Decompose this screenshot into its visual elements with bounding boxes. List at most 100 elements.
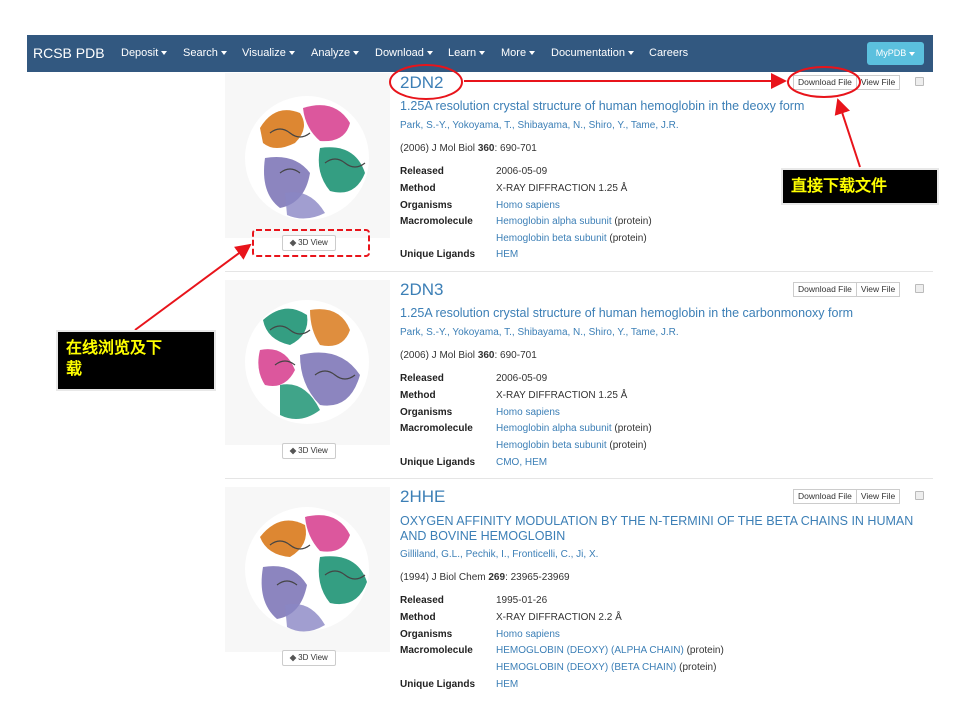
structure-thumbnail[interactable] bbox=[225, 73, 390, 238]
macromolecule-link[interactable]: HEMOGLOBIN (DEOXY) (BETA CHAIN) bbox=[496, 662, 676, 673]
entry-authors[interactable]: Park, S.-Y., Yokoyama, T., Shibayama, N.… bbox=[400, 327, 679, 338]
macromolecule-label: Macromolecule bbox=[400, 216, 473, 227]
view-file-button[interactable]: View File bbox=[856, 75, 901, 90]
ligands-value: HEM bbox=[496, 249, 518, 260]
nav-analyze-label: Analyze bbox=[311, 47, 351, 59]
ligand-link[interactable]: HEM bbox=[496, 249, 518, 260]
chevron-down-icon bbox=[161, 51, 168, 56]
brand-logo[interactable]: RCSB PDB bbox=[33, 45, 105, 61]
ligands-value: HEM bbox=[496, 679, 518, 690]
macromolecule-link[interactable]: Hemoglobin alpha subunit bbox=[496, 216, 612, 227]
nav-deposit[interactable]: Deposit bbox=[121, 47, 168, 59]
nav-visualize[interactable]: Visualize bbox=[242, 47, 295, 59]
3d-view-button[interactable]: 3D View bbox=[282, 650, 336, 666]
structure-thumbnail[interactable] bbox=[225, 280, 390, 445]
nav-documentation-label: Documentation bbox=[551, 47, 625, 59]
cube-icon bbox=[289, 239, 297, 247]
ligand-link[interactable]: HEM bbox=[496, 679, 518, 690]
view-file-button[interactable]: View File bbox=[856, 489, 901, 504]
protein-structure-image bbox=[245, 300, 369, 424]
select-checkbox[interactable] bbox=[915, 284, 924, 293]
structure-thumbnail[interactable] bbox=[225, 487, 390, 652]
nav-learn-label: Learn bbox=[448, 47, 477, 59]
macromolecule-type: (protein) bbox=[606, 233, 647, 244]
nav-documentation[interactable]: Documentation bbox=[551, 47, 634, 59]
3d-view-label: 3D View bbox=[298, 446, 328, 455]
browse-callout-line2: 载 bbox=[66, 359, 83, 378]
mypdb-button[interactable]: MyPDB bbox=[867, 42, 924, 65]
pdb-id[interactable]: 2DN2 bbox=[400, 73, 443, 93]
method-label: Method bbox=[400, 183, 436, 194]
cube-icon bbox=[289, 654, 297, 662]
released-label: Released bbox=[400, 373, 444, 384]
pdb-id[interactable]: 2DN3 bbox=[400, 280, 443, 300]
organism-link[interactable]: Homo sapiens bbox=[496, 200, 560, 211]
select-checkbox[interactable] bbox=[915, 77, 924, 86]
macromolecule-item: Hemoglobin beta subunit (protein) bbox=[496, 233, 647, 244]
chevron-down-icon bbox=[909, 51, 916, 56]
method-value: X-RAY DIFFRACTION 2.2 Å bbox=[496, 612, 622, 623]
macromolecule-item: Hemoglobin alpha subunit (protein) bbox=[496, 216, 652, 227]
method-value: X-RAY DIFFRACTION 1.25 Å bbox=[496, 183, 628, 194]
browse-callout-line1: 在线浏览及下 bbox=[66, 338, 163, 357]
3d-view-button[interactable]: 3D View bbox=[282, 443, 336, 459]
download-callout: 直接下载文件 bbox=[781, 168, 939, 205]
file-button-group: Download File View File bbox=[793, 75, 901, 90]
citation-journal: (2006) J Mol Biol bbox=[400, 143, 478, 154]
macromolecule-type: (protein) bbox=[606, 440, 647, 451]
organism-link-text[interactable]: Homo sapiens bbox=[496, 629, 560, 640]
pdb-id[interactable]: 2HHE bbox=[400, 487, 445, 507]
organism-link-text[interactable]: Homo sapiens bbox=[496, 407, 560, 418]
view-file-button[interactable]: View File bbox=[856, 282, 901, 297]
mypdb-label: MyPDB bbox=[875, 48, 907, 58]
3d-view-button[interactable]: 3D View bbox=[282, 235, 336, 251]
organism-link[interactable]: Homo sapiens bbox=[496, 629, 560, 640]
ligands-value: CMO, HEM bbox=[496, 457, 547, 468]
macromolecule-type: (protein) bbox=[676, 662, 717, 673]
entry-authors[interactable]: Gilliland, G.L., Pechik, I., Fronticelli… bbox=[400, 549, 598, 560]
citation-journal: (2006) J Mol Biol bbox=[400, 350, 478, 361]
select-checkbox[interactable] bbox=[915, 491, 924, 500]
macromolecule-link[interactable]: Hemoglobin alpha subunit bbox=[496, 423, 612, 434]
citation-volume: 360 bbox=[477, 350, 495, 361]
chevron-down-icon bbox=[220, 51, 227, 56]
organism-link-text[interactable]: Homo sapiens bbox=[496, 200, 560, 211]
ligand-link[interactable]: CMO, HEM bbox=[496, 457, 547, 468]
citation: (2006) J Mol Biol 360: 690-701 bbox=[400, 350, 537, 361]
nav-search[interactable]: Search bbox=[183, 47, 227, 59]
entry-authors[interactable]: Park, S.-Y., Yokoyama, T., Shibayama, N.… bbox=[400, 120, 679, 131]
ligands-label: Unique Ligands bbox=[400, 679, 475, 690]
divider bbox=[225, 271, 933, 272]
entry-title[interactable]: 1.25A resolution crystal structure of hu… bbox=[400, 99, 920, 114]
nav-deposit-label: Deposit bbox=[121, 47, 159, 59]
top-navbar: RCSB PDB Deposit Search Visualize Analyz… bbox=[27, 35, 933, 72]
download-callout-text: 直接下载文件 bbox=[791, 176, 888, 195]
macromolecule-label: Macromolecule bbox=[400, 423, 473, 434]
macromolecule-item: Hemoglobin alpha subunit (protein) bbox=[496, 423, 652, 434]
protein-structure-image bbox=[245, 96, 369, 220]
entry-title[interactable]: OXYGEN AFFINITY MODULATION BY THE N-TERM… bbox=[400, 514, 920, 544]
nav-analyze[interactable]: Analyze bbox=[311, 47, 360, 59]
macromolecule-link[interactable]: Hemoglobin beta subunit bbox=[496, 440, 607, 451]
released-label: Released bbox=[400, 595, 444, 606]
chevron-down-icon bbox=[529, 51, 536, 56]
citation-journal: (1994) J Biol Chem bbox=[400, 572, 489, 583]
protein-structure-image bbox=[245, 507, 369, 632]
download-file-button[interactable]: Download File bbox=[793, 489, 857, 504]
entry-title[interactable]: 1.25A resolution crystal structure of hu… bbox=[400, 306, 920, 321]
3d-view-label: 3D View bbox=[298, 238, 328, 247]
organisms-label: Organisms bbox=[400, 200, 453, 211]
macromolecule-link[interactable]: Hemoglobin beta subunit bbox=[496, 233, 607, 244]
citation: (1994) J Biol Chem 269: 23965-23969 bbox=[400, 572, 570, 583]
download-file-button[interactable]: Download File bbox=[793, 282, 857, 297]
download-file-button[interactable]: Download File bbox=[793, 75, 857, 90]
citation-pages: : 690-701 bbox=[494, 143, 537, 154]
chevron-down-icon bbox=[288, 51, 295, 56]
nav-learn[interactable]: Learn bbox=[448, 47, 486, 59]
macromolecule-type: (protein) bbox=[683, 645, 724, 656]
organism-link[interactable]: Homo sapiens bbox=[496, 407, 560, 418]
nav-download[interactable]: Download bbox=[375, 47, 433, 59]
nav-more[interactable]: More bbox=[501, 47, 536, 59]
macromolecule-link[interactable]: HEMOGLOBIN (DEOXY) (ALPHA CHAIN) bbox=[496, 645, 684, 656]
nav-careers[interactable]: Careers bbox=[649, 47, 688, 59]
